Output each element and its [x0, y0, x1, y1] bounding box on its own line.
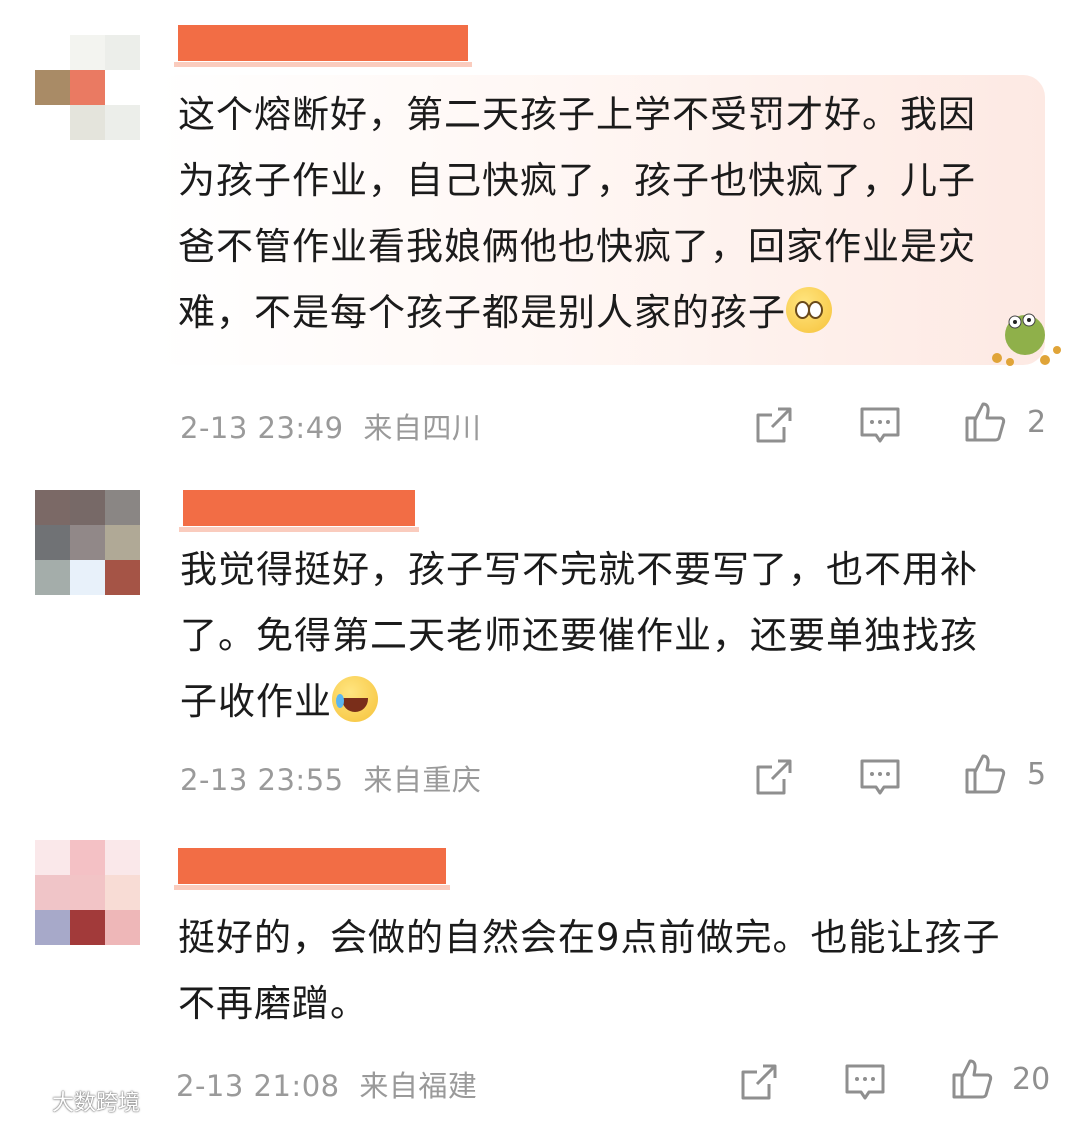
comment-icon[interactable]: [843, 1060, 887, 1104]
share-icon[interactable]: [737, 1060, 781, 1104]
avatar-pixel: [70, 105, 105, 140]
like-thumbs-up-icon[interactable]: [950, 1057, 994, 1101]
like-count: 5: [1027, 757, 1047, 792]
avatar-pixel: [70, 910, 105, 945]
watermark-logo-icon: [14, 1092, 50, 1109]
username-redacted[interactable]: [174, 25, 472, 67]
avatar[interactable]: [35, 840, 140, 945]
avatar-pixel: [35, 875, 70, 910]
like-count: 2: [1027, 405, 1047, 440]
location: 来自四川: [363, 411, 482, 445]
share-icon[interactable]: [752, 755, 796, 799]
timestamp: 2-13 21:08: [176, 1069, 340, 1103]
avatar-pixel: [35, 35, 70, 70]
comment-text-content: 这个熔断好，第二天孩子上学不受罚才好。我因 为孩子作业，自己快疯了，孩子也快疯了…: [178, 93, 976, 334]
location: 来自重庆: [363, 763, 482, 797]
comment-text-content: 挺好的，会做的自然会在9点前做完。也能让孩子 不再磨蹭。: [178, 916, 1001, 1025]
timestamp: 2-13 23:55: [180, 763, 344, 797]
avatar-pixel: [105, 70, 140, 105]
comment-text: 挺好的，会做的自然会在9点前做完。也能让孩子 不再磨蹭。: [178, 905, 1038, 1037]
comment-meta: 2-13 21:08 来自福建: [176, 1063, 477, 1105]
avatar-pixel: [70, 560, 105, 595]
avatar-pixel: [105, 490, 140, 525]
avatar-pixel: [70, 490, 105, 525]
avatar-pixel: [105, 105, 140, 140]
avatar-pixel: [105, 910, 140, 945]
avatar-pixel: [35, 910, 70, 945]
frog-sticker-icon: [992, 313, 1061, 366]
laughing-tears-face-icon: [332, 676, 378, 722]
comment-meta: 2-13 23:55 来自重庆: [180, 757, 481, 799]
avatar-pixel: [70, 70, 105, 105]
avatar[interactable]: [35, 35, 140, 140]
share-icon[interactable]: [752, 403, 796, 447]
username-redacted[interactable]: [179, 490, 419, 532]
avatar-pixel: [70, 35, 105, 70]
avatar-pixel: [35, 105, 70, 140]
like-count: 20: [1012, 1062, 1051, 1097]
comment-icon[interactable]: [858, 403, 902, 447]
avatar-pixel: [70, 525, 105, 560]
avatar-pixel: [70, 875, 105, 910]
like-thumbs-up-icon[interactable]: [963, 752, 1007, 796]
avatar-pixel: [35, 840, 70, 875]
crying-face-icon: [786, 287, 832, 333]
timestamp: 2-13 23:49: [180, 411, 344, 445]
comment-text: 我觉得挺好，孩子写不完就不要写了，也不用补 了。免得第二天老师还要催作业，还要单…: [180, 537, 1040, 735]
avatar-pixel: [105, 560, 140, 595]
avatar-pixel: [35, 525, 70, 560]
avatar-pixel: [70, 840, 105, 875]
avatar-pixel: [105, 35, 140, 70]
avatar-pixel: [105, 525, 140, 560]
avatar-pixel: [105, 840, 140, 875]
avatar-pixel: [35, 490, 70, 525]
avatar-pixel: [35, 560, 70, 595]
comment-text: 这个熔断好，第二天孩子上学不受罚才好。我因 为孩子作业，自己快疯了，孩子也快疯了…: [178, 82, 1038, 346]
avatar[interactable]: [35, 490, 140, 595]
avatar-pixel: [35, 70, 70, 105]
location: 来自福建: [359, 1069, 478, 1103]
watermark: 大数跨境: [52, 1091, 141, 1116]
comment-icon[interactable]: [858, 755, 902, 799]
comment-text-content: 我觉得挺好，孩子写不完就不要写了，也不用补 了。免得第二天老师还要催作业，还要单…: [180, 548, 978, 723]
comment-meta: 2-13 23:49 来自四川: [180, 405, 481, 447]
username-redacted[interactable]: [174, 848, 450, 890]
like-thumbs-up-icon[interactable]: [963, 400, 1007, 444]
avatar-pixel: [105, 875, 140, 910]
